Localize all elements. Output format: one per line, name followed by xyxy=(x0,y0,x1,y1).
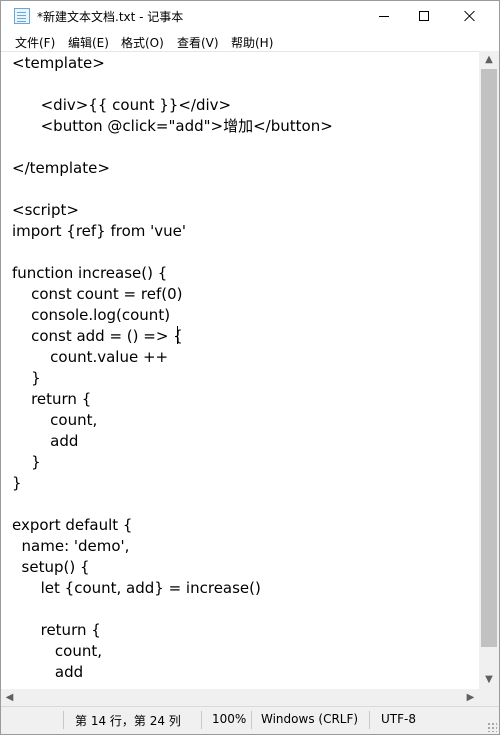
cursor-position: 第 14 行，第 24 列 xyxy=(75,714,181,728)
code-line: <template> xyxy=(12,54,105,72)
resize-grip-icon[interactable] xyxy=(487,722,497,732)
menu-file[interactable]: 文件(F) xyxy=(15,34,55,51)
status-separator xyxy=(251,711,252,729)
menu-help[interactable]: 帮助(H) xyxy=(231,34,273,51)
maximize-icon xyxy=(419,11,429,21)
line-ending: Windows (CRLF) xyxy=(261,712,359,726)
code-line: add xyxy=(12,663,84,681)
menu-format[interactable]: 格式(O) xyxy=(121,34,164,51)
title-bar[interactable]: *新建文本文档.txt - 记事本 xyxy=(1,1,499,31)
scroll-left-arrow-icon[interactable]: ◀ xyxy=(1,689,18,706)
zoom-level: 100% xyxy=(212,712,247,726)
code-line: <button @click="add">增加</button> xyxy=(12,117,333,135)
code-line: count.value ++ xyxy=(12,348,169,366)
code-line: return { xyxy=(12,390,92,408)
vertical-scroll-thumb[interactable] xyxy=(481,69,497,647)
code-line: count, xyxy=(12,411,98,429)
code-line: console.log(count) xyxy=(12,306,171,324)
code-line: function increase() { xyxy=(12,264,168,282)
code-line: } xyxy=(12,369,41,387)
maximize-button[interactable] xyxy=(401,1,447,31)
code-line: import {ref} from 'vue' xyxy=(12,222,187,240)
scroll-right-arrow-icon[interactable]: ▶ xyxy=(462,689,479,706)
text-editor-area[interactable]: <template> <div>{{ count }}</div> <butto… xyxy=(1,51,479,690)
vertical-scrollbar[interactable]: ▲ ▼ xyxy=(479,51,499,689)
menu-edit[interactable]: 编辑(E) xyxy=(68,34,109,51)
scrollbar-corner xyxy=(479,689,499,706)
status-bar: 第 14 行，第 24 列 100% Windows (CRLF) UTF-8 xyxy=(1,706,499,734)
horizontal-scrollbar[interactable]: ◀ ▶ xyxy=(1,689,479,706)
status-separator xyxy=(63,711,64,729)
code-line: count, xyxy=(12,642,102,660)
code-line: const add = () => { xyxy=(12,327,183,345)
notepad-window: *新建文本文档.txt - 记事本 文件(F) 编辑(E) 格式(O) 查看(V… xyxy=(0,0,500,735)
menu-view[interactable]: 查看(V) xyxy=(177,34,219,51)
scroll-down-arrow-icon[interactable]: ▼ xyxy=(479,671,499,689)
code-line: setup() { xyxy=(12,558,90,576)
code-line: </template> xyxy=(12,159,110,177)
code-line: <script> xyxy=(12,201,79,219)
notepad-app-icon xyxy=(14,8,30,24)
close-button[interactable] xyxy=(447,1,493,31)
status-separator xyxy=(369,711,370,729)
status-separator xyxy=(201,711,202,729)
menu-bar: 文件(F) 编辑(E) 格式(O) 查看(V) 帮助(H) xyxy=(1,31,499,51)
text-encoding: UTF-8 xyxy=(381,712,416,726)
code-line: const count = ref(0) xyxy=(12,285,183,303)
code-line: export default { xyxy=(12,516,133,534)
text-caret xyxy=(177,326,178,344)
code-line: return { xyxy=(12,621,101,639)
code-line: <div>{{ count }}</div> xyxy=(12,96,232,114)
code-line: } xyxy=(12,474,22,492)
minimize-icon xyxy=(379,16,389,17)
code-line: name: 'demo', xyxy=(12,537,130,555)
window-title: *新建文本文档.txt - 记事本 xyxy=(37,10,184,24)
code-line: } xyxy=(12,453,41,471)
code-line: let {count, add} = increase() xyxy=(12,579,261,597)
scroll-up-arrow-icon[interactable]: ▲ xyxy=(479,51,499,69)
code-line: add xyxy=(12,432,79,450)
